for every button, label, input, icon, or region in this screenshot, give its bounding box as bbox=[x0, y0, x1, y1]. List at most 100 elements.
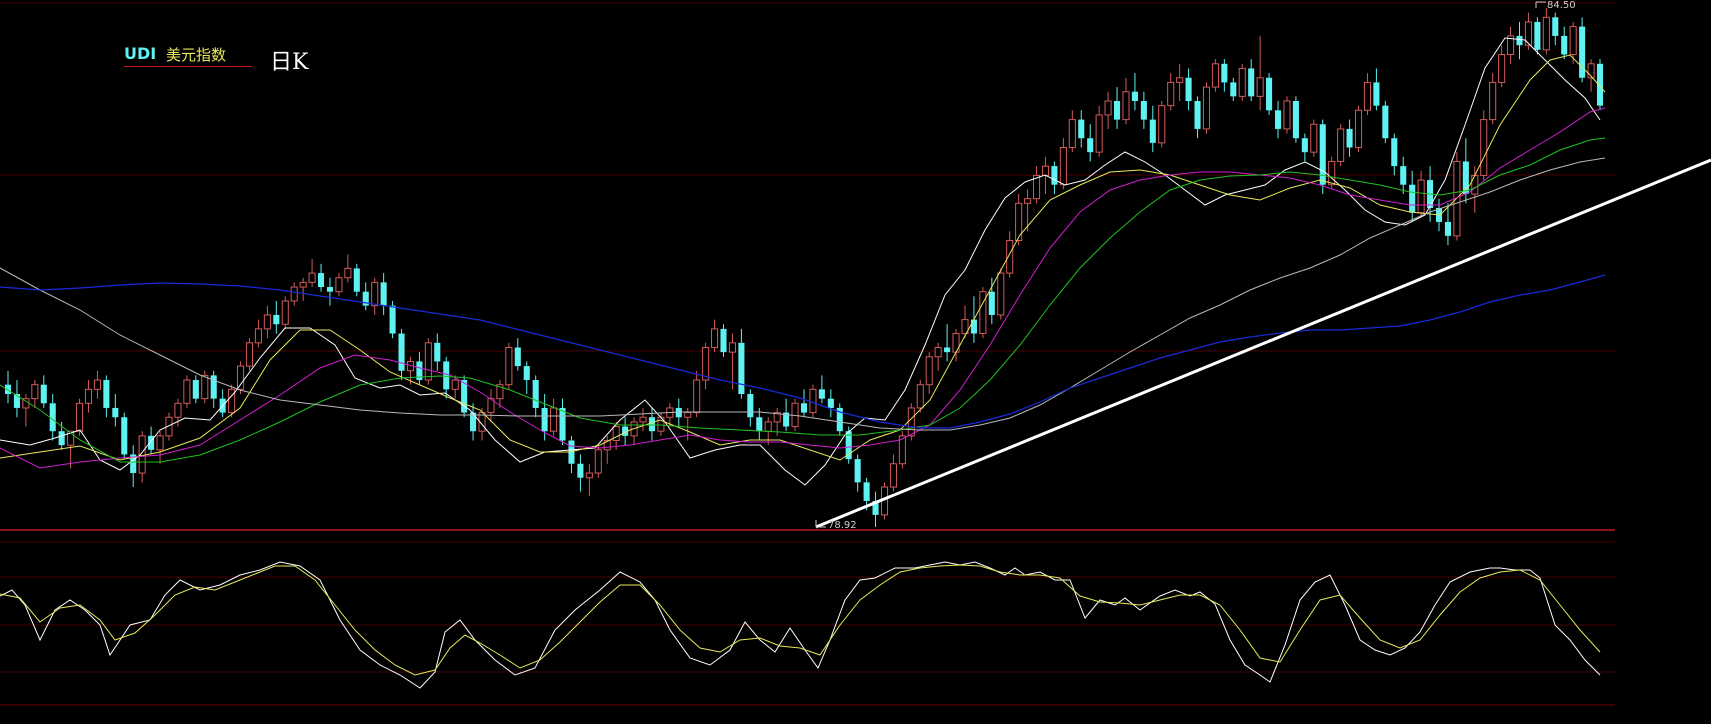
candle-body bbox=[281, 300, 289, 325]
candle-148 bbox=[1328, 156, 1336, 190]
candle-body bbox=[1552, 17, 1559, 36]
candle-body bbox=[1059, 147, 1067, 186]
candle-body bbox=[1542, 16, 1550, 51]
candle-body bbox=[1185, 77, 1192, 102]
candle-152 bbox=[1363, 73, 1372, 115]
candle-165 bbox=[1480, 110, 1488, 181]
candle-body bbox=[1328, 160, 1336, 186]
candle-17 bbox=[156, 431, 164, 464]
candle-body bbox=[720, 328, 727, 353]
candle-66 bbox=[594, 445, 602, 478]
candle-62 bbox=[559, 398, 566, 446]
candle-134 bbox=[1202, 82, 1211, 134]
candle-39 bbox=[353, 263, 360, 297]
candle-body bbox=[907, 407, 915, 437]
candle-32 bbox=[290, 282, 298, 306]
candle-body bbox=[925, 356, 933, 386]
candle-173 bbox=[1552, 12, 1559, 46]
candle-body bbox=[1579, 26, 1586, 78]
candle-154 bbox=[1382, 101, 1389, 143]
candle-body bbox=[254, 328, 262, 344]
candle-body bbox=[1194, 101, 1201, 129]
candle-body bbox=[40, 384, 47, 404]
candle-13 bbox=[121, 412, 128, 460]
candle-body bbox=[693, 379, 701, 414]
candle-133 bbox=[1194, 96, 1201, 139]
candle-body bbox=[299, 281, 307, 288]
candle-body bbox=[711, 328, 719, 348]
candle-body bbox=[1471, 174, 1479, 195]
candle-body bbox=[263, 314, 271, 330]
candle-body bbox=[1391, 138, 1398, 167]
candle-2 bbox=[22, 393, 30, 427]
candle-body bbox=[738, 342, 745, 394]
candle-141 bbox=[1266, 73, 1273, 115]
candle-130 bbox=[1167, 73, 1175, 111]
candle-body bbox=[889, 463, 897, 488]
candle-38 bbox=[344, 254, 352, 283]
candle-body bbox=[809, 388, 817, 414]
candle-body bbox=[1131, 91, 1138, 102]
candle-body bbox=[1176, 77, 1184, 83]
candle-body bbox=[76, 402, 84, 432]
candle-115 bbox=[1032, 166, 1041, 204]
candle-body bbox=[1480, 119, 1488, 176]
candle-79 bbox=[711, 319, 719, 353]
candle-10 bbox=[93, 370, 101, 399]
candle-body bbox=[747, 393, 754, 418]
candle-121 bbox=[1087, 124, 1094, 162]
candle-100 bbox=[898, 431, 906, 469]
candle-body bbox=[1409, 184, 1416, 213]
candle-105 bbox=[944, 324, 951, 362]
candle-28 bbox=[254, 319, 262, 348]
candle-body bbox=[434, 342, 441, 362]
candle-174 bbox=[1561, 26, 1568, 60]
candle-body bbox=[1167, 81, 1175, 107]
candle-97 bbox=[872, 491, 879, 527]
low-price-label: 78.92 bbox=[828, 520, 857, 531]
candle-body bbox=[1024, 198, 1032, 204]
candle-120 bbox=[1078, 110, 1085, 148]
candle-body bbox=[1283, 100, 1291, 130]
candle-155 bbox=[1391, 133, 1398, 176]
candle-125 bbox=[1122, 77, 1130, 125]
candle-73 bbox=[657, 412, 665, 436]
candle-5 bbox=[49, 393, 56, 441]
candle-65 bbox=[585, 463, 593, 497]
candle-body bbox=[1140, 101, 1147, 120]
candle-body bbox=[1078, 119, 1085, 139]
candle-111 bbox=[997, 268, 1005, 320]
candle-body bbox=[514, 347, 521, 367]
candle-27 bbox=[245, 338, 254, 371]
candle-103 bbox=[925, 352, 933, 394]
candle-body bbox=[1221, 63, 1228, 83]
ma5-line bbox=[0, 37, 1601, 486]
candle-172 bbox=[1542, 8, 1550, 55]
candle-20 bbox=[183, 375, 191, 408]
candle-31 bbox=[281, 296, 289, 329]
candle-body bbox=[121, 417, 128, 455]
candle-136 bbox=[1221, 59, 1228, 92]
candle-body bbox=[183, 379, 191, 404]
candle-123 bbox=[1104, 91, 1112, 129]
trend-line bbox=[815, 158, 1711, 529]
candle-body bbox=[1238, 67, 1246, 97]
candle-109 bbox=[979, 287, 987, 339]
candle-body bbox=[112, 407, 119, 418]
chart-name: 美元指数 bbox=[166, 46, 227, 64]
candle-131 bbox=[1176, 63, 1184, 102]
candle-body bbox=[970, 319, 977, 334]
candle-body bbox=[648, 417, 655, 432]
candle-33 bbox=[299, 277, 307, 301]
candle-166 bbox=[1489, 73, 1497, 125]
candle-body bbox=[451, 379, 459, 390]
candle-body bbox=[1292, 101, 1299, 139]
candle-64 bbox=[577, 454, 584, 492]
candle-0 bbox=[4, 370, 12, 404]
candle-body bbox=[335, 277, 343, 293]
candle-90 bbox=[809, 384, 817, 418]
candle-body bbox=[863, 482, 870, 501]
candle-151 bbox=[1354, 105, 1363, 153]
candle-176 bbox=[1579, 17, 1586, 83]
candle-body bbox=[1122, 91, 1130, 121]
